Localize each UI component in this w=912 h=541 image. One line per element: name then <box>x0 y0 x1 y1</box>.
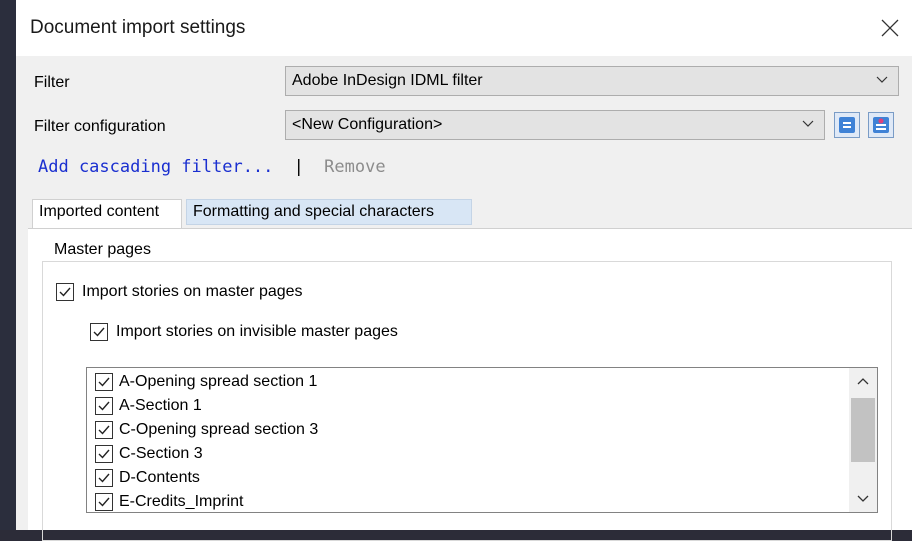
title-bar: Document import settings <box>16 0 912 56</box>
add-cascading-filter-link[interactable]: Add cascading filter... <box>38 157 273 177</box>
list-item-label: C-Section 3 <box>119 445 203 462</box>
cascading-filter-links: Add cascading filter... | Remove <box>38 157 386 177</box>
dialog-title: Document import settings <box>30 17 246 38</box>
vertical-scrollbar[interactable] <box>849 368 877 512</box>
list-item-label: A-Section 1 <box>119 397 202 414</box>
checkbox <box>95 445 113 463</box>
import-invisible-label: Import stories on invisible master pages <box>116 323 398 340</box>
remove-link: Remove <box>324 157 386 177</box>
checkbox <box>95 397 113 415</box>
list-item[interactable]: A-Opening spread section 1 <box>95 370 317 394</box>
import-stories-on-invisible-master-pages-checkbox[interactable]: Import stories on invisible master pages <box>90 323 398 341</box>
tab-formatting-and-special-characters[interactable]: Formatting and special characters <box>186 199 472 225</box>
checkbox <box>56 283 74 301</box>
import-stories-label: Import stories on master pages <box>82 283 303 300</box>
checkmark-icon <box>98 449 110 459</box>
list-item-label: D-Contents <box>119 469 200 486</box>
new-configuration-button[interactable] <box>868 112 894 138</box>
filter-dropdown[interactable]: Adobe InDesign IDML filter <box>285 66 899 96</box>
checkbox <box>95 373 113 391</box>
scroll-down-button[interactable] <box>849 486 877 512</box>
tab-imported-content[interactable]: Imported content <box>32 199 182 229</box>
chevron-up-icon <box>857 378 869 385</box>
tab-content-panel: Master pages Import stories on master pa… <box>28 228 912 541</box>
checkbox <box>95 421 113 439</box>
filter-configuration-label: Filter configuration <box>34 118 166 135</box>
link-separator: | <box>293 157 304 177</box>
list-item-label: E-Credits_Imprint <box>119 493 244 510</box>
close-icon <box>881 19 899 37</box>
scroll-thumb[interactable] <box>851 398 875 462</box>
close-button[interactable] <box>868 6 912 50</box>
import-stories-on-master-pages-checkbox[interactable]: Import stories on master pages <box>56 283 303 301</box>
list-item[interactable]: D-Contents <box>95 466 200 490</box>
list-item[interactable]: E-Credits_Imprint <box>95 490 244 512</box>
checkmark-icon <box>98 401 110 411</box>
chevron-down-icon <box>876 76 888 83</box>
list-item-label: C-Opening spread section 3 <box>119 421 319 438</box>
checkmark-icon <box>98 425 110 435</box>
master-pages-list[interactable]: A-Opening spread section 1 A-Section 1 C… <box>86 367 878 513</box>
document-import-settings-dialog: Document import settings Filter Adobe In… <box>16 0 912 541</box>
filter-configuration-value: <New Configuration> <box>292 116 443 133</box>
background-window-edge <box>0 0 16 530</box>
save-configuration-button[interactable] <box>834 112 860 138</box>
chevron-down-icon <box>802 120 814 127</box>
checkmark-icon <box>93 327 105 337</box>
chevron-down-icon <box>857 495 869 502</box>
checkbox <box>90 323 108 341</box>
filter-dropdown-value: Adobe InDesign IDML filter <box>292 72 483 89</box>
checkbox <box>95 493 113 511</box>
save-config-icon <box>839 117 855 133</box>
checkmark-icon <box>98 473 110 483</box>
checkmark-icon <box>59 287 71 297</box>
list-item[interactable]: A-Section 1 <box>95 394 202 418</box>
filter-label: Filter <box>34 74 70 91</box>
master-pages-group-title: Master pages <box>50 241 155 259</box>
scroll-up-button[interactable] <box>849 368 877 394</box>
new-config-icon <box>873 117 889 133</box>
list-item[interactable]: C-Opening spread section 3 <box>95 418 318 442</box>
filter-configuration-dropdown[interactable]: <New Configuration> <box>285 110 825 140</box>
checkmark-icon <box>98 377 110 387</box>
list-item-label: A-Opening spread section 1 <box>119 373 318 390</box>
checkmark-icon <box>98 497 110 507</box>
list-item[interactable]: C-Section 3 <box>95 442 203 466</box>
checkbox <box>95 469 113 487</box>
